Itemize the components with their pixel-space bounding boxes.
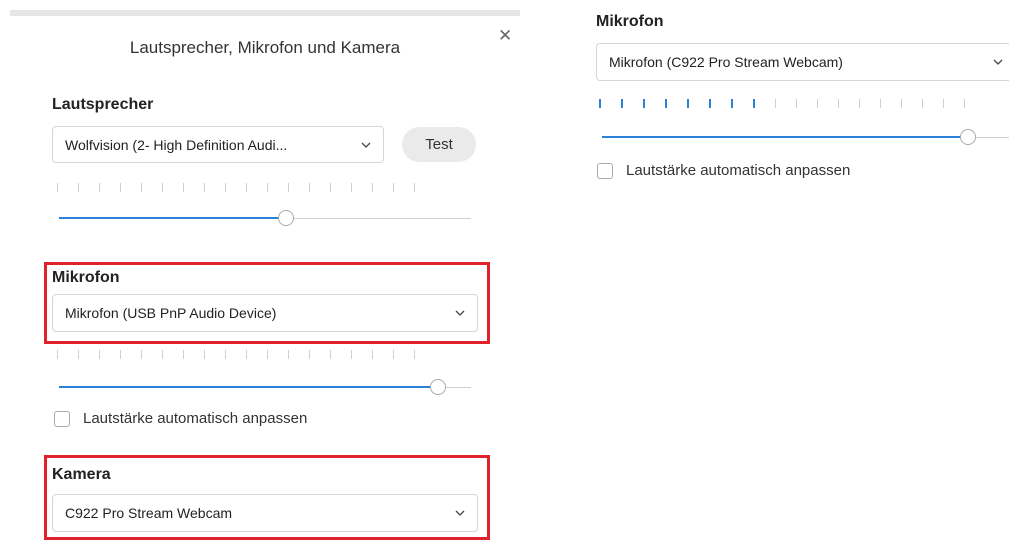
level-tick xyxy=(99,349,100,359)
camera-select[interactable]: C922 Pro Stream Webcam xyxy=(52,494,478,532)
microphone-level-meter xyxy=(57,348,435,360)
camera-label: Kamera xyxy=(52,466,111,483)
level-tick xyxy=(309,349,310,359)
level-tick xyxy=(775,98,776,108)
zoomed-microphone-select[interactable]: Mikrofon (C922 Pro Stream Webcam) xyxy=(596,43,1009,81)
level-tick xyxy=(309,182,310,192)
auto-adjust-checkbox-row[interactable]: Lautstärke automatisch anpassen xyxy=(54,410,307,427)
level-tick xyxy=(665,98,667,108)
level-tick xyxy=(880,98,881,108)
level-tick xyxy=(204,182,205,192)
chevron-down-icon xyxy=(361,142,371,148)
settings-dialog: Lautsprecher, Mikrofon und Kamera ✕ Laut… xyxy=(0,0,520,540)
speaker-level-meter xyxy=(57,181,435,193)
level-tick xyxy=(330,182,331,192)
level-tick xyxy=(687,98,689,108)
level-tick xyxy=(246,349,247,359)
microphone-volume-slider[interactable] xyxy=(59,378,471,398)
dialog-title: Lautsprecher, Mikrofon und Kamera xyxy=(129,38,401,57)
level-tick xyxy=(141,182,142,192)
level-tick xyxy=(859,98,860,108)
zoomed-microphone-level-meter xyxy=(599,97,985,109)
microphone-select-value: Mikrofon (USB PnP Audio Device) xyxy=(65,305,277,321)
level-tick xyxy=(57,349,58,359)
level-tick xyxy=(225,182,226,192)
level-tick xyxy=(709,98,711,108)
level-tick xyxy=(414,349,415,359)
chevron-down-icon xyxy=(455,510,465,516)
level-tick xyxy=(162,182,163,192)
level-tick xyxy=(120,349,121,359)
slider-fill xyxy=(59,217,286,219)
level-tick xyxy=(267,349,268,359)
level-tick xyxy=(351,349,352,359)
slider-thumb[interactable] xyxy=(960,129,977,145)
level-tick xyxy=(225,349,226,359)
zoomed-auto-adjust-checkbox-row[interactable]: Lautstärke automatisch anpassen xyxy=(597,162,850,179)
zoomed-auto-adjust-checkbox[interactable] xyxy=(597,162,613,179)
level-tick xyxy=(731,98,733,108)
level-tick xyxy=(372,182,373,192)
level-tick xyxy=(599,98,601,108)
microphone-select[interactable]: Mikrofon (USB PnP Audio Device) xyxy=(52,294,478,332)
level-tick xyxy=(393,182,394,192)
level-tick xyxy=(78,182,79,192)
level-tick xyxy=(372,349,373,359)
level-tick xyxy=(901,98,902,108)
level-tick xyxy=(288,349,289,359)
level-tick xyxy=(330,349,331,359)
level-tick xyxy=(643,98,645,108)
test-button[interactable]: Test xyxy=(402,127,476,162)
chevron-down-icon xyxy=(455,310,465,316)
level-tick xyxy=(943,98,944,108)
close-icon[interactable]: ✕ xyxy=(498,26,512,46)
speaker-select-value: Wolfvision (2- High Definition Audi... xyxy=(65,136,288,153)
slider-thumb[interactable] xyxy=(277,210,294,226)
camera-select-value: C922 Pro Stream Webcam xyxy=(65,505,233,521)
microphone-label: Mikrofon xyxy=(52,269,120,286)
level-tick xyxy=(246,182,247,192)
slider-thumb[interactable] xyxy=(430,379,447,395)
slider-fill xyxy=(59,386,439,388)
speaker-label: Lautsprecher xyxy=(52,96,154,113)
speaker-volume-slider[interactable] xyxy=(59,209,471,229)
chevron-down-icon xyxy=(993,59,1003,65)
zoomed-microphone-panel: Mikrofon Mikrofon (C922 Pro Stream Webca… xyxy=(580,0,1009,533)
level-tick xyxy=(288,182,289,192)
level-tick xyxy=(162,349,163,359)
level-tick xyxy=(393,349,394,359)
zoomed-microphone-label: Mikrofon xyxy=(596,13,664,30)
level-tick xyxy=(621,98,623,108)
level-tick xyxy=(964,98,965,108)
zoomed-auto-adjust-label: Lautstärke automatisch anpassen xyxy=(626,162,851,179)
level-tick xyxy=(183,349,184,359)
level-tick xyxy=(141,349,142,359)
level-tick xyxy=(414,182,415,192)
slider-fill xyxy=(602,136,969,138)
level-tick xyxy=(267,182,268,192)
level-tick xyxy=(817,98,818,108)
level-tick xyxy=(351,182,352,192)
dialog-top-border xyxy=(10,10,520,16)
zoomed-microphone-select-value: Mikrofon (C922 Pro Stream Webcam) xyxy=(609,54,843,70)
auto-adjust-label: Lautstärke automatisch anpassen xyxy=(83,410,308,427)
speaker-select[interactable]: Wolfvision (2- High Definition Audi... xyxy=(52,126,384,163)
level-tick xyxy=(204,349,205,359)
level-tick xyxy=(57,182,58,192)
level-tick xyxy=(78,349,79,359)
level-tick xyxy=(183,182,184,192)
level-tick xyxy=(922,98,923,108)
zoomed-microphone-volume-slider[interactable] xyxy=(602,128,1009,148)
level-tick xyxy=(99,182,100,192)
auto-adjust-checkbox[interactable] xyxy=(54,410,70,427)
level-tick xyxy=(753,98,755,108)
level-tick xyxy=(838,98,839,108)
level-tick xyxy=(120,182,121,192)
level-tick xyxy=(796,98,797,108)
